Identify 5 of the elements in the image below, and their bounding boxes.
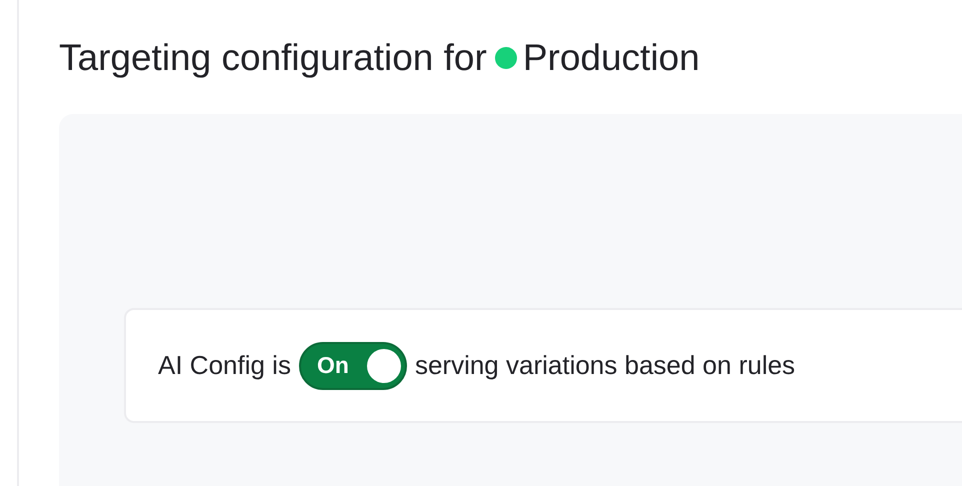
toggle-switch[interactable]: On	[298, 342, 407, 390]
page-title: Targeting configuration for	[59, 36, 487, 80]
status-text: serving variations based on rules	[414, 349, 796, 382]
environment-name: Production	[522, 36, 700, 80]
status-text: AI Config is	[158, 349, 291, 382]
